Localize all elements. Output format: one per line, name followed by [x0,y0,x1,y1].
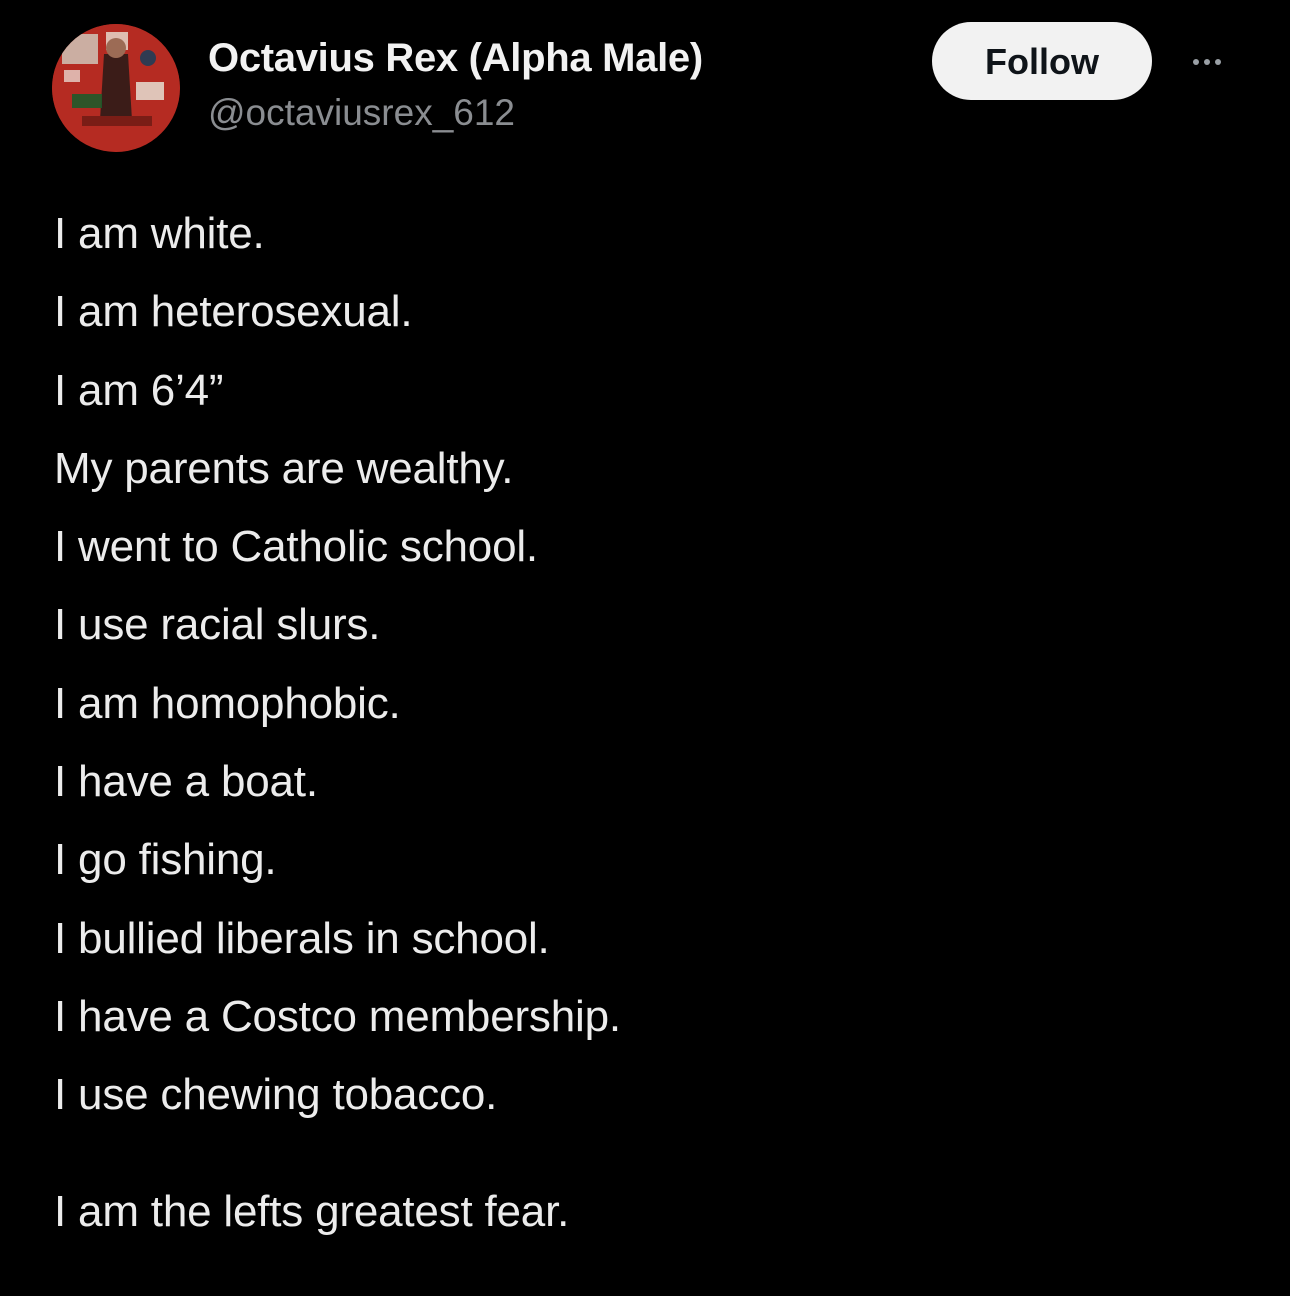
post-line: I am heterosexual. [54,287,413,337]
post-line: I go fishing. [54,835,277,885]
author-identity[interactable]: Octavius Rex (Alpha Male) @octaviusrex_6… [208,32,703,138]
post-line: My parents are wealthy. [54,443,514,493]
post-line: I went to Catholic school. [54,522,538,572]
post-line: I am 6’4” [54,365,224,415]
post-card: Octavius Rex (Alpha Male) @octaviusrex_6… [0,0,1290,1296]
post-line: I use racial slurs. [54,600,381,650]
post-line: I have a Costco membership. [54,991,621,1041]
post-line: I use chewing tobacco. [54,1070,498,1120]
more-dot [1193,59,1199,65]
avatar-image-icon [52,24,180,152]
post-line: I bullied liberals in school. [54,913,550,963]
post-line: I am white. [54,209,265,258]
post-closing-line: I am the lefts greatest fear. [54,1187,570,1236]
post-header: Octavius Rex (Alpha Male) @octaviusrex_6… [52,18,1252,153]
more-dot [1215,59,1221,65]
more-dot [1204,59,1210,65]
display-name[interactable]: Octavius Rex (Alpha Male) [208,32,703,84]
user-handle[interactable]: @octaviusrex_612 [208,88,703,138]
post-body: I am white. I am heterosexual. I am 6’4”… [54,195,1234,1135]
post-line: I am homophobic. [54,678,401,728]
follow-button[interactable]: Follow [932,22,1152,100]
post-line: I have a boat. [54,757,318,807]
avatar[interactable] [52,24,180,152]
more-options-icon[interactable] [1182,44,1232,80]
